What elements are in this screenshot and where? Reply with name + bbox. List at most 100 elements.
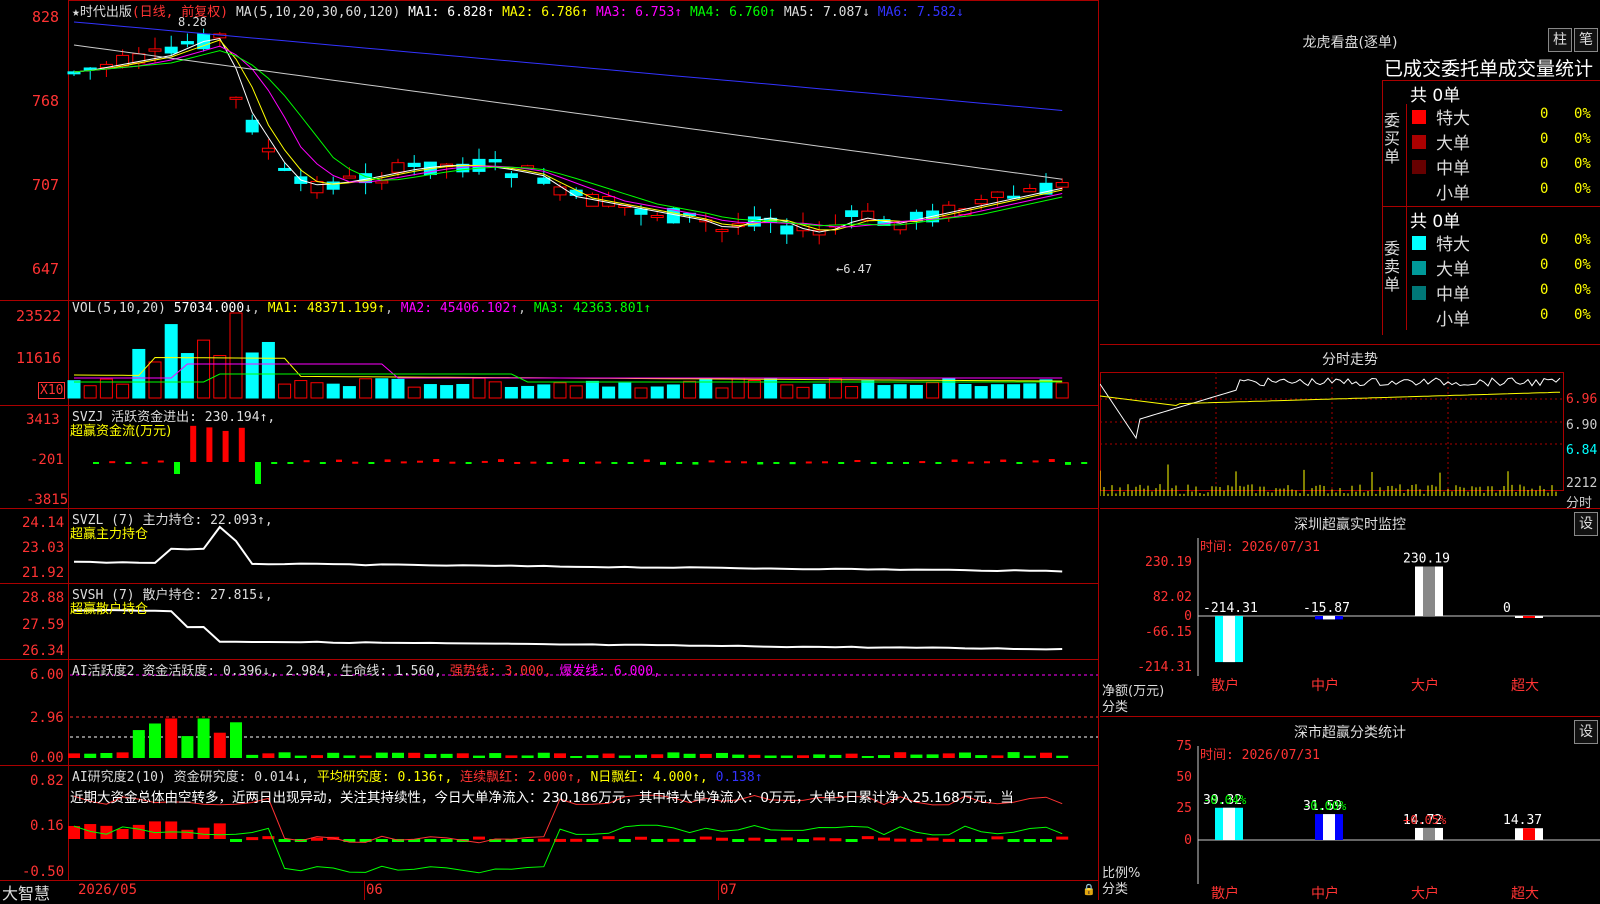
svzl-series <box>73 525 1063 573</box>
svsh-tick-mid: 27.59 <box>22 617 65 633</box>
svzj-bar <box>579 462 585 464</box>
x10-label: X10 <box>38 382 66 399</box>
lock-icon[interactable]: 🔒 <box>1082 883 1096 896</box>
ai-active-bar <box>813 754 826 758</box>
svzj-bar <box>255 462 261 484</box>
price-tick-647: 647 <box>32 260 60 278</box>
change-label: -0.00% <box>1303 799 1347 813</box>
category-label: 中户 <box>1311 677 1339 694</box>
volume-bar <box>926 382 940 399</box>
svzj-bar <box>789 462 796 465</box>
ai-active-bar <box>861 755 874 758</box>
ai-active-bar <box>230 722 242 758</box>
svzj-bar <box>919 461 926 464</box>
ai-research-bar <box>618 839 631 842</box>
ai-research-avg: 平均研究度: 0.136↑, <box>316 770 453 785</box>
candle-body <box>974 199 988 205</box>
bar-mode-button[interactable]: 柱 <box>1548 28 1572 52</box>
volume-bar <box>780 384 794 399</box>
ai-research-bar <box>181 829 194 839</box>
volume-bar <box>569 385 583 399</box>
ai-research-bar <box>878 837 890 841</box>
svzj-bar <box>595 461 602 464</box>
ai-active-bar <box>311 755 323 758</box>
ai-research-tick-top: 0.82 <box>30 773 64 789</box>
intraday-tick-bot: 6.84 <box>1566 443 1598 458</box>
ai-active-bar <box>651 754 664 758</box>
volume-bar <box>359 378 373 399</box>
ai-active-bar <box>327 752 340 758</box>
volume-bar <box>310 382 324 399</box>
ai-active-burst: 爆发线: 6.000, <box>559 664 661 679</box>
bar-highlight <box>1423 827 1435 840</box>
ai-active-bar <box>473 755 485 758</box>
tick-mode-button[interactable]: 笔 <box>1574 28 1598 52</box>
month-label-may: 2026/05 <box>78 882 138 898</box>
row-name: 大单 <box>1436 134 1470 154</box>
candle-body <box>488 159 502 163</box>
ma-value-3: MA3: 6.753↑ <box>596 5 690 20</box>
category-label: 中户 <box>1311 885 1339 900</box>
ai-active-bar <box>68 753 80 758</box>
svzj-bar <box>222 430 229 462</box>
candle-body <box>180 41 194 45</box>
ai-active-bar <box>456 753 469 758</box>
ai-active-tick-top: 6.00 <box>30 667 64 683</box>
volume-bar <box>423 384 437 399</box>
volume-bar <box>634 387 648 399</box>
volume-bar <box>1007 384 1021 399</box>
main-chart-svg[interactable] <box>0 0 1100 900</box>
volume-bar <box>488 381 502 399</box>
ai-research-bar <box>602 836 615 840</box>
volume-ma1: MA1: 48371.199↑ <box>267 301 386 316</box>
svzj-bar <box>773 462 780 464</box>
row-count: 0 <box>1540 282 1549 298</box>
volume-bar <box>132 348 146 399</box>
category-label: 散户 <box>1211 885 1239 900</box>
svsh-line <box>73 608 1063 651</box>
volume-bar <box>958 383 972 399</box>
volume-bar <box>407 386 421 399</box>
ai-research-bar <box>213 823 226 839</box>
row-swatch <box>1412 135 1426 149</box>
y-tick-label: 50 <box>1176 770 1192 785</box>
volume-bar <box>618 382 632 399</box>
volume-bar <box>537 384 551 399</box>
category-label: 大户 <box>1411 885 1439 900</box>
stock-title[interactable]: ★时代出版 <box>72 5 132 20</box>
bar-highlight <box>1323 814 1335 840</box>
ai-active-bar <box>942 753 955 758</box>
candle-body <box>569 189 583 196</box>
chart-area[interactable]: 828 768 707 647 ★时代出版(日线, 前复权) MA(5,10,2… <box>0 0 1100 903</box>
ai-research-bar <box>311 837 323 841</box>
row-pct: 0% <box>1574 257 1591 273</box>
brand-label[interactable]: 大智慧 <box>2 880 50 904</box>
ai-active-bar <box>732 754 745 758</box>
svzj-bar <box>303 460 310 463</box>
ai-research-bar <box>1056 836 1069 840</box>
ai-active-bar <box>521 755 534 758</box>
ai-research-bar <box>699 836 712 840</box>
ai-active-bar <box>878 755 890 758</box>
row-count: 0 <box>1540 307 1549 323</box>
svzj-bar <box>870 462 877 464</box>
candle-body <box>375 180 389 184</box>
ai-research-commentary: 近期大资金总体由空转多，近两日出现异动，关注其持续性，今日大单净流入：230.1… <box>70 790 1014 806</box>
ai-research-bar <box>1023 839 1036 842</box>
ai-active-bar <box>1056 755 1069 758</box>
ai-active-bar <box>716 752 728 758</box>
ai-research-bar <box>651 839 664 842</box>
ai-active-title: AI活跃度2 资金活跃度: 0.396↓, 2.984, 生命线: 1.560, <box>72 664 442 679</box>
svzj-bar <box>417 460 423 463</box>
candle-body <box>715 229 729 233</box>
svsh-subtitle: 超赢散户持仓 <box>70 602 149 617</box>
ai-active-bar <box>424 754 437 758</box>
ma-value-5: MA5: 7.087↓ <box>783 5 878 20</box>
volume-bar <box>326 383 340 399</box>
volume-bar <box>229 312 243 399</box>
volume-bar <box>666 384 680 399</box>
row-swatch <box>1412 185 1426 199</box>
ai-active-bar <box>959 752 971 758</box>
candle-body <box>1055 182 1069 188</box>
intraday-chart-svg[interactable] <box>1100 344 1600 509</box>
